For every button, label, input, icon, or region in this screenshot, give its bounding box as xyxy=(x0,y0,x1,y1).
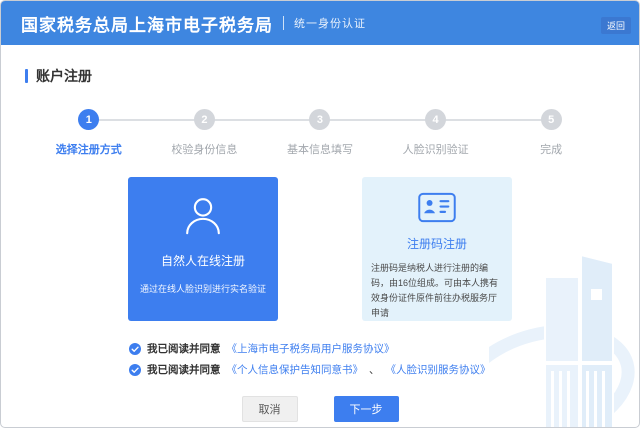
header-divider xyxy=(283,16,284,30)
natural-person-register-card[interactable]: 自然人在线注册 通过在线人脸识别进行实名验证 xyxy=(128,177,278,321)
main-content: 账户注册 1 选择注册方式 2 校验身份信息 3 基本信息填写 4 xyxy=(1,45,639,428)
step-2-label: 校验身份信息 xyxy=(171,141,237,157)
step-2-verify-identity: 2 校验身份信息 xyxy=(147,109,263,157)
personal-info-consent-link[interactable]: 《个人信息保护告知同意书》 xyxy=(227,362,364,377)
registration-code-card[interactable]: 注册码注册 注册码是纳税人进行注册的编码，由16位组成。可由本人携有效身份证件原… xyxy=(362,177,512,321)
registration-code-card-description: 注册码是纳税人进行注册的编码，由16位组成。可由本人携有效身份证件原件前往办税服… xyxy=(362,261,512,321)
step-2-number: 2 xyxy=(194,109,215,130)
agreement-prefix: 我已阅读并同意 xyxy=(147,341,221,356)
register-options: 自然人在线注册 通过在线人脸识别进行实名验证 注册码注册 注册码是纳税人进行注册… xyxy=(1,177,639,321)
stepper: 1 选择注册方式 2 校验身份信息 3 基本信息填写 4 人脸识别验证 5 xyxy=(31,109,609,157)
step-5-complete: 5 完成 xyxy=(493,109,609,157)
face-recognition-agreement-link[interactable]: 《人脸识别服务协议》 xyxy=(386,362,491,377)
action-bar: 取消 下一步 xyxy=(1,396,639,422)
person-icon xyxy=(180,193,226,239)
site-title: 国家税务总局上海市电子税务局 xyxy=(21,11,273,36)
check-icon[interactable] xyxy=(129,364,141,376)
page-title: 账户注册 xyxy=(36,66,92,86)
app-window: 国家税务总局上海市电子税务局 统一身份认证 返回 账户注册 xyxy=(0,0,640,428)
step-3-basic-info: 3 基本信息填写 xyxy=(262,109,378,157)
register-panel: 账户注册 1 选择注册方式 2 校验身份信息 3 基本信息填写 4 xyxy=(1,45,639,422)
registration-code-card-title: 注册码注册 xyxy=(407,235,467,252)
step-3-number: 3 xyxy=(309,109,330,130)
step-4-label: 人脸识别验证 xyxy=(403,141,469,157)
step-5-label: 完成 xyxy=(540,141,562,157)
id-card-icon xyxy=(413,191,461,224)
page-title-row: 账户注册 xyxy=(1,45,639,86)
back-button[interactable]: 返回 xyxy=(601,17,631,34)
step-4-face-verify: 4 人脸识别验证 xyxy=(378,109,494,157)
next-button[interactable]: 下一步 xyxy=(334,396,399,422)
natural-person-card-title: 自然人在线注册 xyxy=(161,252,245,269)
agreement-prefix: 我已阅读并同意 xyxy=(147,362,221,377)
check-icon[interactable] xyxy=(129,343,141,355)
natural-person-card-subtitle: 通过在线人脸识别进行实名验证 xyxy=(140,282,266,295)
step-5-number: 5 xyxy=(541,109,562,130)
agreement-row-privacy: 我已阅读并同意 《个人信息保护告知同意书》 、 《人脸识别服务协议》 xyxy=(129,362,639,377)
user-service-agreement-link[interactable]: 《上海市电子税务局用户服务协议》 xyxy=(227,341,395,356)
step-1-select-method: 1 选择注册方式 xyxy=(31,109,147,157)
cancel-button[interactable]: 取消 xyxy=(242,396,298,422)
step-1-number: 1 xyxy=(78,109,99,130)
title-accent-bar xyxy=(25,69,28,83)
agreement-separator: 、 xyxy=(369,362,380,377)
header-subtitle: 统一身份认证 xyxy=(294,15,366,31)
step-3-label: 基本信息填写 xyxy=(287,141,353,157)
step-1-label: 选择注册方式 xyxy=(56,141,122,157)
agreement-row-user-service: 我已阅读并同意 《上海市电子税务局用户服务协议》 xyxy=(129,341,639,356)
step-4-number: 4 xyxy=(425,109,446,130)
agreements: 我已阅读并同意 《上海市电子税务局用户服务协议》 我已阅读并同意 《个人信息保护… xyxy=(129,341,639,377)
header: 国家税务总局上海市电子税务局 统一身份认证 返回 xyxy=(1,1,639,45)
